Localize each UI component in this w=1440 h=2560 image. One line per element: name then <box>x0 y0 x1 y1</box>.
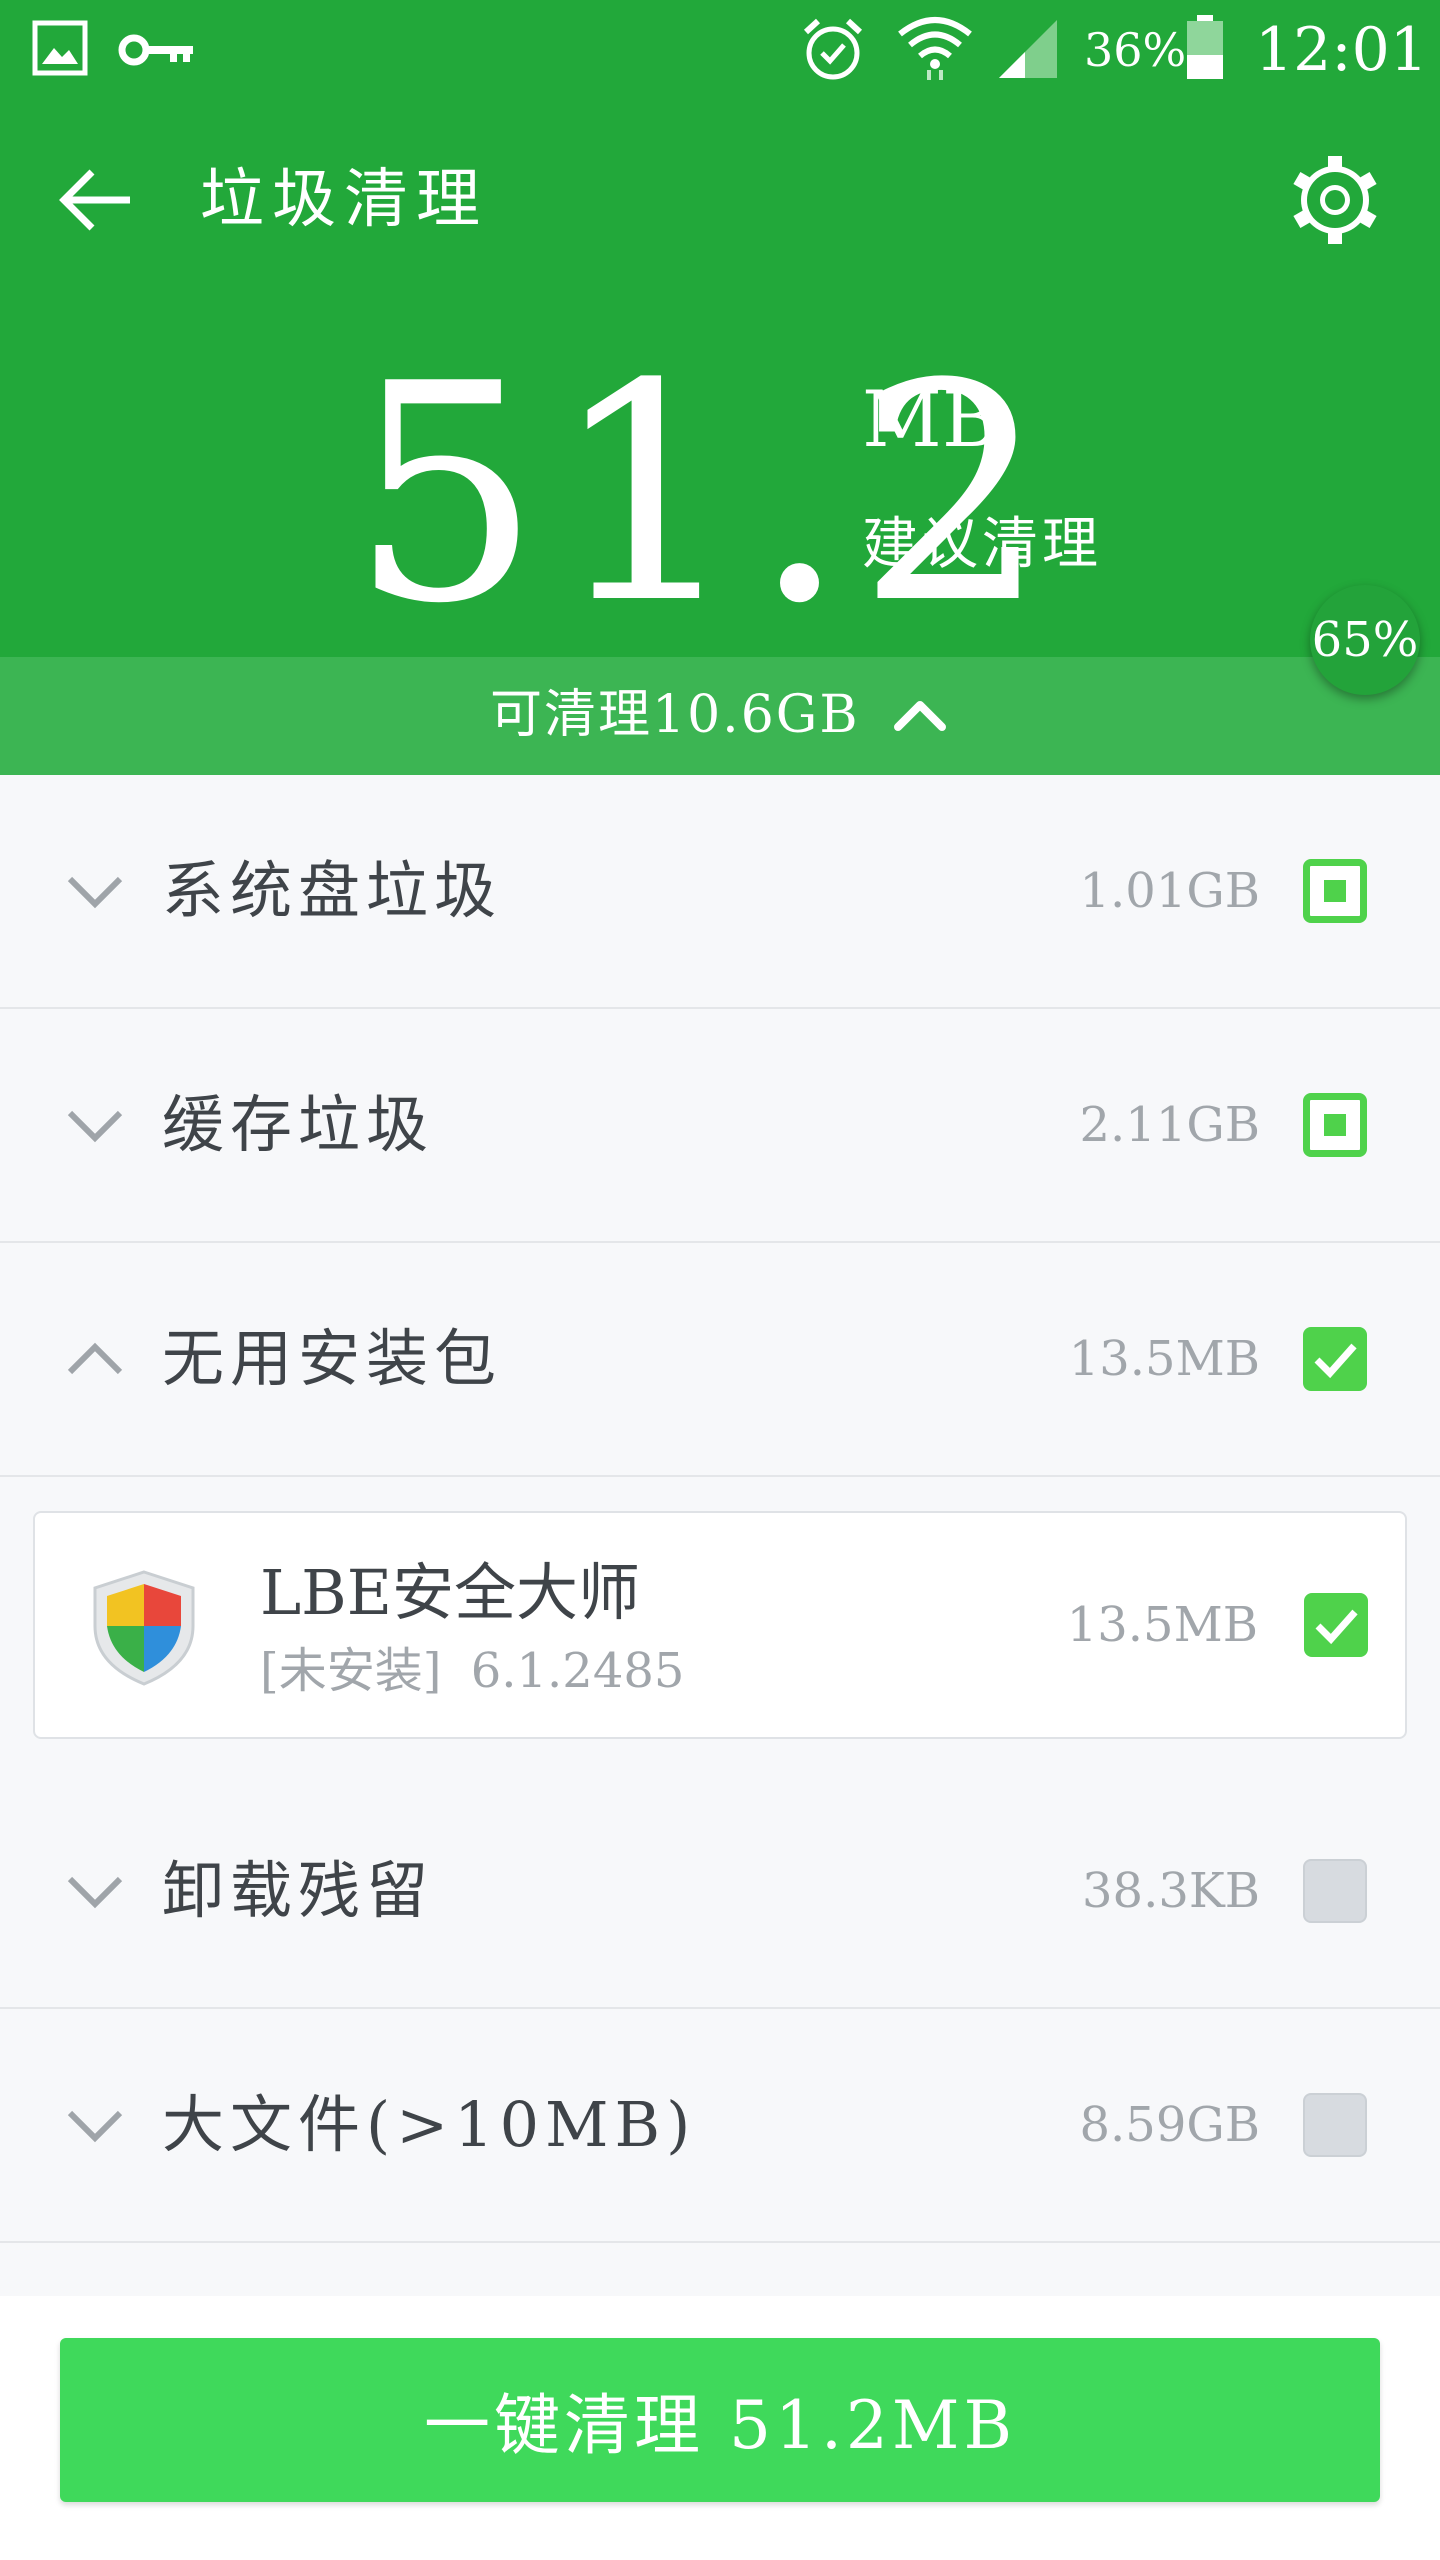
chevron-down-icon <box>67 1110 123 1143</box>
signal-icon <box>999 20 1057 78</box>
category-size: 1.01GB <box>1079 863 1261 919</box>
one-click-clean-button[interactable]: 一键清理 51.2MB <box>60 2338 1380 2502</box>
category-label: 系统盘垃圾 <box>162 854 503 927</box>
settings-button[interactable] <box>1285 150 1385 250</box>
gear-icon <box>1293 156 1377 244</box>
chevron-down-icon <box>67 1876 123 1909</box>
category-row-cache[interactable]: 缓存垃圾 2.11GB <box>0 1009 1440 1243</box>
shield-icon <box>93 1570 195 1686</box>
total-cleanable-bar[interactable]: 可清理10.6GB <box>0 657 1440 775</box>
alarm-icon <box>803 18 863 80</box>
progress-percent-badge[interactable]: 65% <box>1310 585 1420 695</box>
category-row-residual[interactable]: 卸载残留 38.3KB <box>0 1775 1440 2009</box>
category-checkbox[interactable] <box>1303 859 1367 923</box>
category-size: 38.3KB <box>1081 1863 1260 1919</box>
chevron-down-icon <box>67 2110 123 2143</box>
page-title: 垃圾清理 <box>200 163 488 237</box>
category-size: 8.59GB <box>1079 2097 1261 2153</box>
header: 36% 12:01 垃圾清理 51.2 MB 建议清理 可清理10.6GB 65… <box>0 0 1440 775</box>
category-label: 缓存垃圾 <box>162 1088 435 1161</box>
chevron-up-icon <box>894 701 946 731</box>
clock: 12:01 <box>1255 15 1428 85</box>
wifi-icon <box>898 17 972 80</box>
key-icon <box>118 34 193 66</box>
category-row-apk[interactable]: 无用安装包 13.5MB <box>0 1243 1440 1477</box>
image-icon <box>32 20 88 76</box>
category-label: 卸载残留 <box>162 1854 435 1927</box>
chevron-up-icon <box>67 1342 123 1375</box>
status-bar: 36% 12:01 <box>0 0 1440 100</box>
apk-status: [未安装] 6.1.2485 <box>260 1643 685 1699</box>
apk-size: 13.5MB <box>1066 1597 1258 1653</box>
category-size: 13.5MB <box>1068 1331 1260 1387</box>
apk-name: LBE安全大师 <box>260 1556 640 1629</box>
junk-size-unit: MB <box>862 375 1000 465</box>
category-checkbox[interactable] <box>1303 1327 1367 1391</box>
battery-percent: 36% <box>1084 23 1187 77</box>
category-row-system[interactable]: 系统盘垃圾 1.01GB <box>0 775 1440 1009</box>
apk-item-lbe[interactable]: LBE安全大师 [未安装] 6.1.2485 13.5MB <box>33 1511 1407 1739</box>
checkmark-icon <box>1314 1343 1357 1379</box>
category-row-large-files[interactable]: 大文件(>10MB) 8.59GB <box>0 2009 1440 2243</box>
category-label: 大文件(>10MB) <box>162 2088 697 2161</box>
app-bar: 垃圾清理 <box>0 100 1440 300</box>
category-checkbox[interactable] <box>1303 1859 1367 1923</box>
back-button[interactable] <box>50 155 150 245</box>
category-checkbox[interactable] <box>1303 2093 1367 2157</box>
category-checkbox[interactable] <box>1303 1093 1367 1157</box>
battery-icon <box>1187 15 1223 79</box>
arrow-left-icon <box>59 169 130 231</box>
apk-checkbox[interactable] <box>1304 1593 1368 1657</box>
suggest-clean-label: 建议清理 <box>862 512 1102 577</box>
checkmark-icon <box>1315 1609 1358 1645</box>
total-cleanable-label: 可清理10.6GB <box>490 685 860 745</box>
category-label: 无用安装包 <box>162 1322 503 1395</box>
footer: 一键清理 51.2MB <box>0 2296 1440 2560</box>
chevron-down-icon <box>67 876 123 909</box>
category-size: 2.11GB <box>1079 1097 1261 1153</box>
